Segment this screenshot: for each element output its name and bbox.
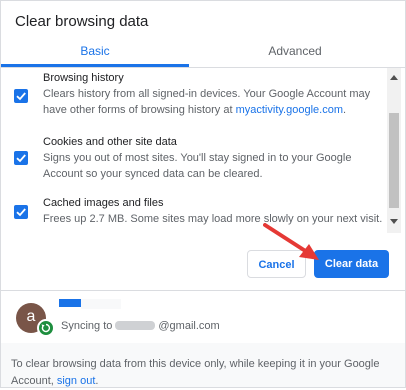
- myactivity-link[interactable]: myactivity.google.com: [236, 104, 343, 116]
- clear-data-button[interactable]: Clear data: [314, 250, 389, 278]
- options-list: Browsing history Clears history from all…: [1, 68, 405, 233]
- check-icon: [16, 92, 26, 101]
- cached-images-description: Frees up 2.7 MB. Some sites may load mor…: [43, 213, 383, 225]
- browsing-history-title: Browsing history: [43, 72, 124, 84]
- tab-bar: Basic Advanced: [1, 37, 405, 68]
- scroll-up-arrow-icon[interactable]: [390, 75, 398, 80]
- dialog-title: Clear browsing data: [15, 13, 149, 30]
- redacted-email: [115, 321, 156, 330]
- red-arrow-icon: [263, 223, 319, 260]
- sync-email-suffix: @gmail.com: [158, 320, 220, 332]
- sign-out-link[interactable]: sign out: [57, 375, 96, 387]
- sync-prefix: Syncing to: [61, 320, 113, 332]
- redacted-area: [81, 299, 121, 309]
- tab-advanced[interactable]: Advanced: [201, 44, 389, 58]
- browsing-history-description: Clears history from all signed-in device…: [43, 86, 373, 118]
- cached-images-title: Cached images and files: [43, 197, 164, 209]
- scroll-thumb[interactable]: [389, 113, 399, 208]
- check-icon: [16, 154, 26, 163]
- cookies-checkbox[interactable]: [14, 151, 28, 165]
- footer-end: .: [95, 375, 99, 387]
- browsing-history-desc-end: .: [342, 104, 347, 116]
- tab-basic-indicator: [1, 64, 189, 67]
- browsing-history-checkbox[interactable]: [14, 89, 28, 103]
- cached-images-checkbox[interactable]: [14, 205, 28, 219]
- cookies-title: Cookies and other site data: [43, 136, 177, 148]
- clear-browsing-data-dialog: Clear browsing data Basic Advanced Brows…: [0, 0, 406, 388]
- footer-text: To clear browsing data from this device …: [11, 356, 401, 390]
- sync-status: Syncing to @gmail.com: [61, 320, 220, 332]
- cookies-description: Signs you out of most sites. You'll stay…: [43, 152, 352, 180]
- tab-basic[interactable]: Basic: [1, 44, 189, 58]
- sync-badge: [37, 319, 55, 337]
- check-icon: [16, 208, 26, 217]
- options-scrollbar[interactable]: [387, 68, 401, 233]
- scroll-down-arrow-icon[interactable]: [390, 219, 398, 224]
- sync-icon: [41, 323, 51, 333]
